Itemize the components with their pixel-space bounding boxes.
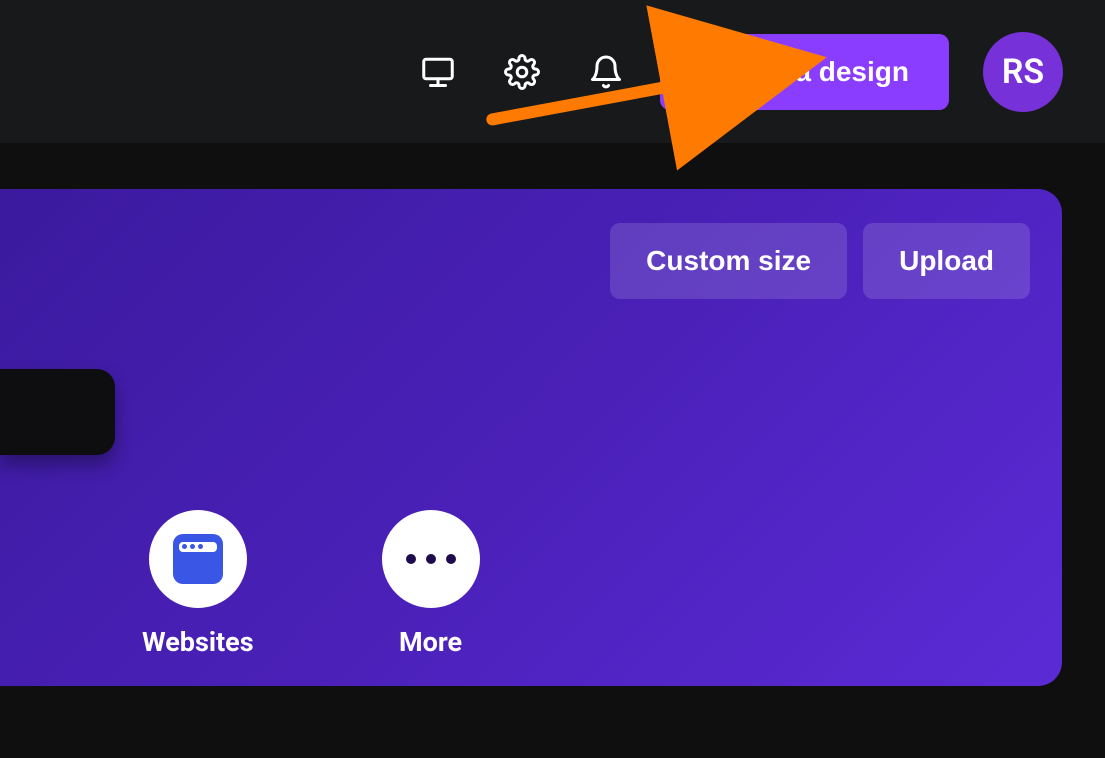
browser-window-icon [173, 534, 223, 584]
category-products[interactable]: ucts [0, 510, 14, 658]
app-header: Create a design RS [0, 0, 1105, 143]
websites-icon [149, 510, 247, 608]
gear-icon[interactable] [502, 52, 542, 92]
category-row: ucts Websites More [0, 510, 480, 658]
user-avatar[interactable]: RS [983, 32, 1063, 112]
upload-button[interactable]: Upload [863, 223, 1030, 299]
search-input-stub[interactable] [0, 369, 115, 455]
category-label: More [399, 626, 462, 658]
desktop-icon[interactable] [418, 52, 458, 92]
category-websites[interactable]: Websites [142, 510, 254, 658]
hero-panel: Custom size Upload ucts Websites [0, 189, 1062, 686]
header-icon-group [418, 52, 626, 92]
dashboard-area: Custom size Upload ucts Websites [0, 143, 1105, 686]
category-label: Websites [142, 626, 254, 658]
more-icon [382, 510, 480, 608]
custom-size-button[interactable]: Custom size [610, 223, 847, 299]
ellipsis-icon [406, 554, 456, 564]
bell-icon[interactable] [586, 52, 626, 92]
create-design-button[interactable]: Create a design [660, 34, 949, 110]
category-more[interactable]: More [382, 510, 480, 658]
hero-action-group: Custom size Upload [610, 223, 1030, 299]
